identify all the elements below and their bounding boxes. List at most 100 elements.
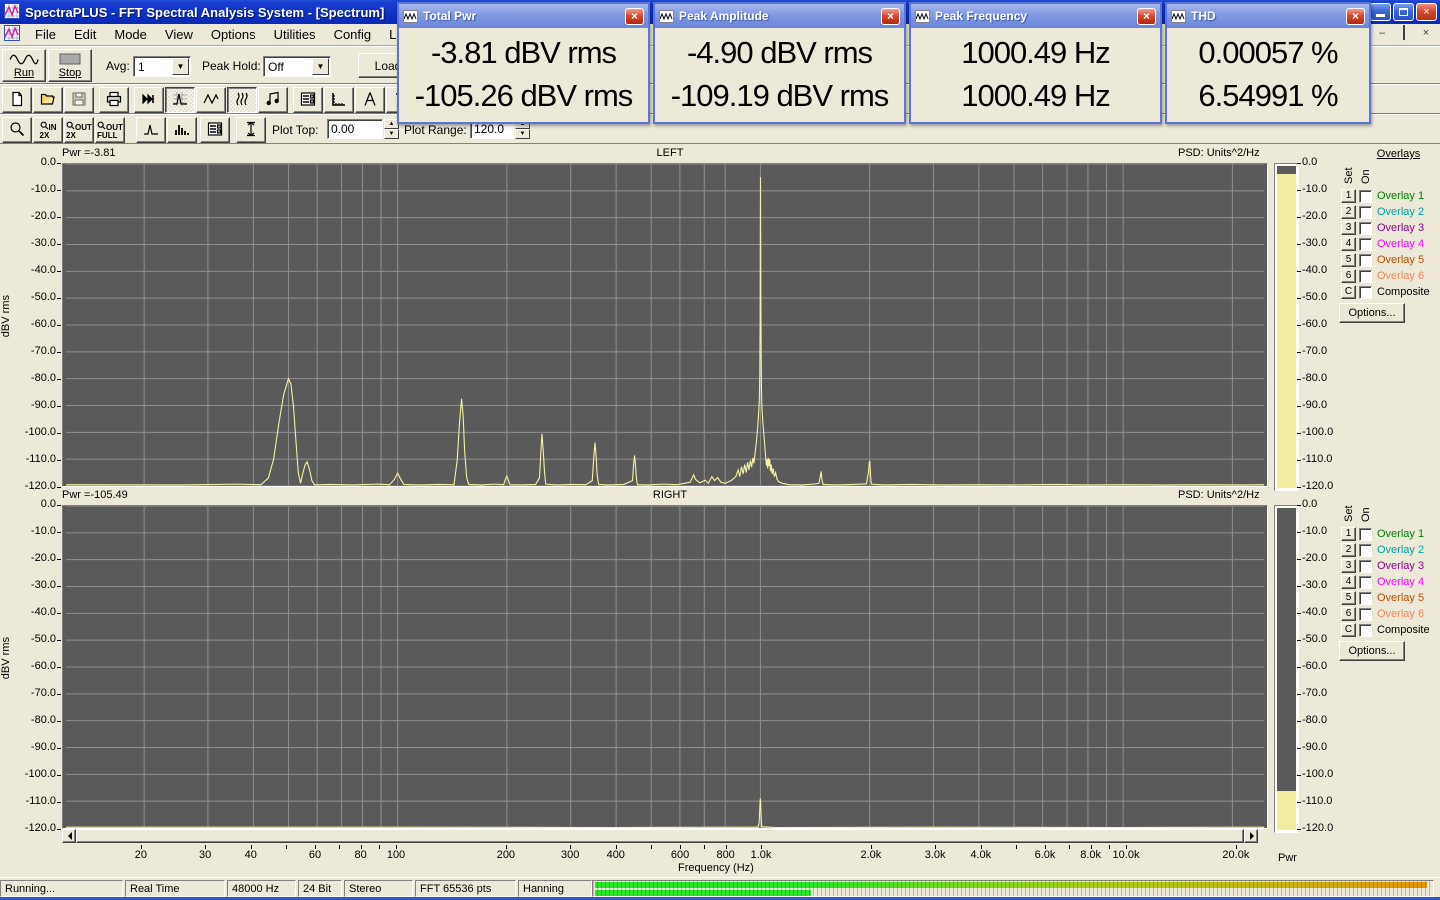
overlay-set-button-6[interactable]: 6 [1341,269,1356,283]
mdi-restore-button[interactable] [1396,25,1412,41]
menu-item-edit[interactable]: Edit [65,24,105,45]
meter-tick-label: -10.0 [1302,525,1328,537]
close-icon[interactable]: × [1346,7,1365,25]
overlay-on-checkbox[interactable] [1359,576,1372,589]
menu-item-config[interactable]: Config [325,24,381,45]
phase-view-button[interactable] [258,87,288,113]
overlay-on-checkbox[interactable] [1359,254,1372,267]
meter-window-peak-amplitude[interactable]: Peak Amplitude × -4.90 dBV rms -109.19 dBV … [653,2,906,124]
overlay-on-checkbox[interactable] [1359,560,1372,573]
overlay-on-checkbox[interactable] [1359,270,1372,283]
overlays-panel-right: Set On 1 Overlay 1 2 Overlay 2 3 Overlay 3 4 Over… [1337,493,1440,693]
overlay-set-button-c[interactable]: C [1341,285,1356,299]
calibration-button[interactable] [355,87,385,113]
menu-item-utilities[interactable]: Utilities [265,24,325,45]
zoom-out-2x-button[interactable]: OUT 2X [64,117,94,143]
zoom-out-full-button[interactable]: OUT FULL [95,117,125,143]
overlay-set-button-1[interactable]: 1 [1341,527,1356,541]
menu-item-view[interactable]: View [156,24,202,45]
overlay-on-checkbox[interactable] [1359,592,1372,605]
close-icon[interactable]: × [881,7,900,25]
spectrum-plot-right[interactable] [62,505,1268,829]
meter-tick-label: -30.0 [1302,579,1328,591]
ruler-button[interactable] [324,87,354,113]
overlay-set-button-3[interactable]: 3 [1341,221,1356,235]
overlay-set-button-3[interactable]: 3 [1341,559,1356,573]
meter-window-peak-frequency[interactable]: Peak Frequency × 1000.49 Hz 1000.49 Hz [909,2,1162,124]
display-list-button[interactable] [293,87,323,113]
mdi-close-button[interactable]: × [1418,26,1434,41]
overlay-set-button-4[interactable]: 4 [1341,575,1356,589]
scrollbar-thumb[interactable] [76,829,1244,843]
display-options-button[interactable] [200,117,230,143]
zoom-button[interactable] [2,117,32,143]
run-button[interactable]: Run [2,49,46,82]
overlay-on-checkbox[interactable] [1359,222,1372,235]
save-button[interactable] [64,87,94,113]
overlay-on-checkbox[interactable] [1359,206,1372,219]
chevron-down-icon[interactable]: ▼ [312,58,329,75]
overlay-set-button-4[interactable]: 4 [1341,237,1356,251]
mdi-minimize-button[interactable]: – [1374,26,1390,41]
overlay-set-button-5[interactable]: 5 [1341,253,1356,267]
overlay-set-button-2[interactable]: 2 [1341,543,1356,557]
peak-hold-select[interactable]: Off ▼ [263,56,331,77]
time-series-view-button[interactable] [196,87,226,113]
meter-tick-mark [1297,217,1301,218]
spectrum-view-button[interactable] [165,87,195,113]
x-axis-tick-label: 800 [716,849,735,861]
spectrogram-view-button[interactable] [227,87,257,113]
meter-window-titlebar[interactable]: Peak Amplitude × [655,4,904,28]
menu-item-options[interactable]: Options [202,24,265,45]
power-meter-track [1277,508,1296,830]
overlay-set-button-5[interactable]: 5 [1341,591,1356,605]
overlay-options-button[interactable]: Options... [1339,641,1405,661]
meter-window-titlebar[interactable]: Peak Frequency × [911,4,1160,28]
overlay-row: 2 Overlay 2 [1337,205,1440,221]
overlay-on-checkbox[interactable] [1359,608,1372,621]
open-file-button[interactable] [33,87,63,113]
meter-window-thd[interactable]: THD × 0.00057 % 6.54991 % [1165,2,1371,124]
overlay-on-checkbox[interactable] [1359,544,1372,557]
line-plot-button[interactable] [136,117,166,143]
overlay-set-button-6[interactable]: 6 [1341,607,1356,621]
overlay-on-checkbox[interactable] [1359,238,1372,251]
overlay-label: Composite [1377,286,1430,298]
restore-button[interactable] [1393,3,1414,21]
overlay-on-checkbox[interactable] [1359,190,1372,203]
overlay-on-checkbox[interactable] [1359,528,1372,541]
close-button[interactable]: × [1416,3,1437,21]
zoom-in-2x-button[interactable]: IN 2X [33,117,63,143]
menu-item-mode[interactable]: Mode [105,24,156,45]
print-button[interactable] [99,87,129,113]
minimize-button[interactable] [1370,3,1391,21]
process-button[interactable] [134,87,164,113]
overlay-set-button-2[interactable]: 2 [1341,205,1356,219]
chevron-down-icon[interactable]: ▼ [172,58,189,75]
overlay-set-button-c[interactable]: C [1341,623,1356,637]
meter-window-titlebar[interactable]: THD × [1167,4,1369,28]
meter-window-total-pwr[interactable]: Total Pwr × -3.81 dBV rms -105.26 dBV rms [397,2,650,124]
stop-button[interactable]: Stop [48,49,92,82]
avg-select[interactable]: 1 ▼ [133,56,191,77]
overlay-on-checkbox[interactable] [1359,286,1372,299]
overlay-set-button-1[interactable]: 1 [1341,189,1356,203]
close-icon[interactable]: × [1137,7,1156,25]
x-axis-tick-mark [379,845,381,849]
meter-window-titlebar[interactable]: Total Pwr × [399,4,648,28]
overlay-on-checkbox[interactable] [1359,624,1372,637]
close-icon[interactable]: × [625,7,644,25]
autoscale-button[interactable] [236,117,266,143]
new-file-button[interactable] [2,87,32,113]
scroll-left-button[interactable] [62,829,76,843]
menu-item-file[interactable]: File [26,24,65,45]
waveform-icon [203,91,219,110]
document-icon [4,25,20,44]
meter-tick-mark [1297,802,1301,803]
overlay-options-button[interactable]: Options... [1339,303,1405,323]
horizontal-scrollbar[interactable] [62,829,1259,843]
bar-plot-button[interactable] [167,117,197,143]
plot-top-input[interactable]: 0.00 [327,119,383,139]
spectrum-plot-left[interactable] [62,163,1268,487]
scroll-right-button[interactable] [1244,829,1258,843]
